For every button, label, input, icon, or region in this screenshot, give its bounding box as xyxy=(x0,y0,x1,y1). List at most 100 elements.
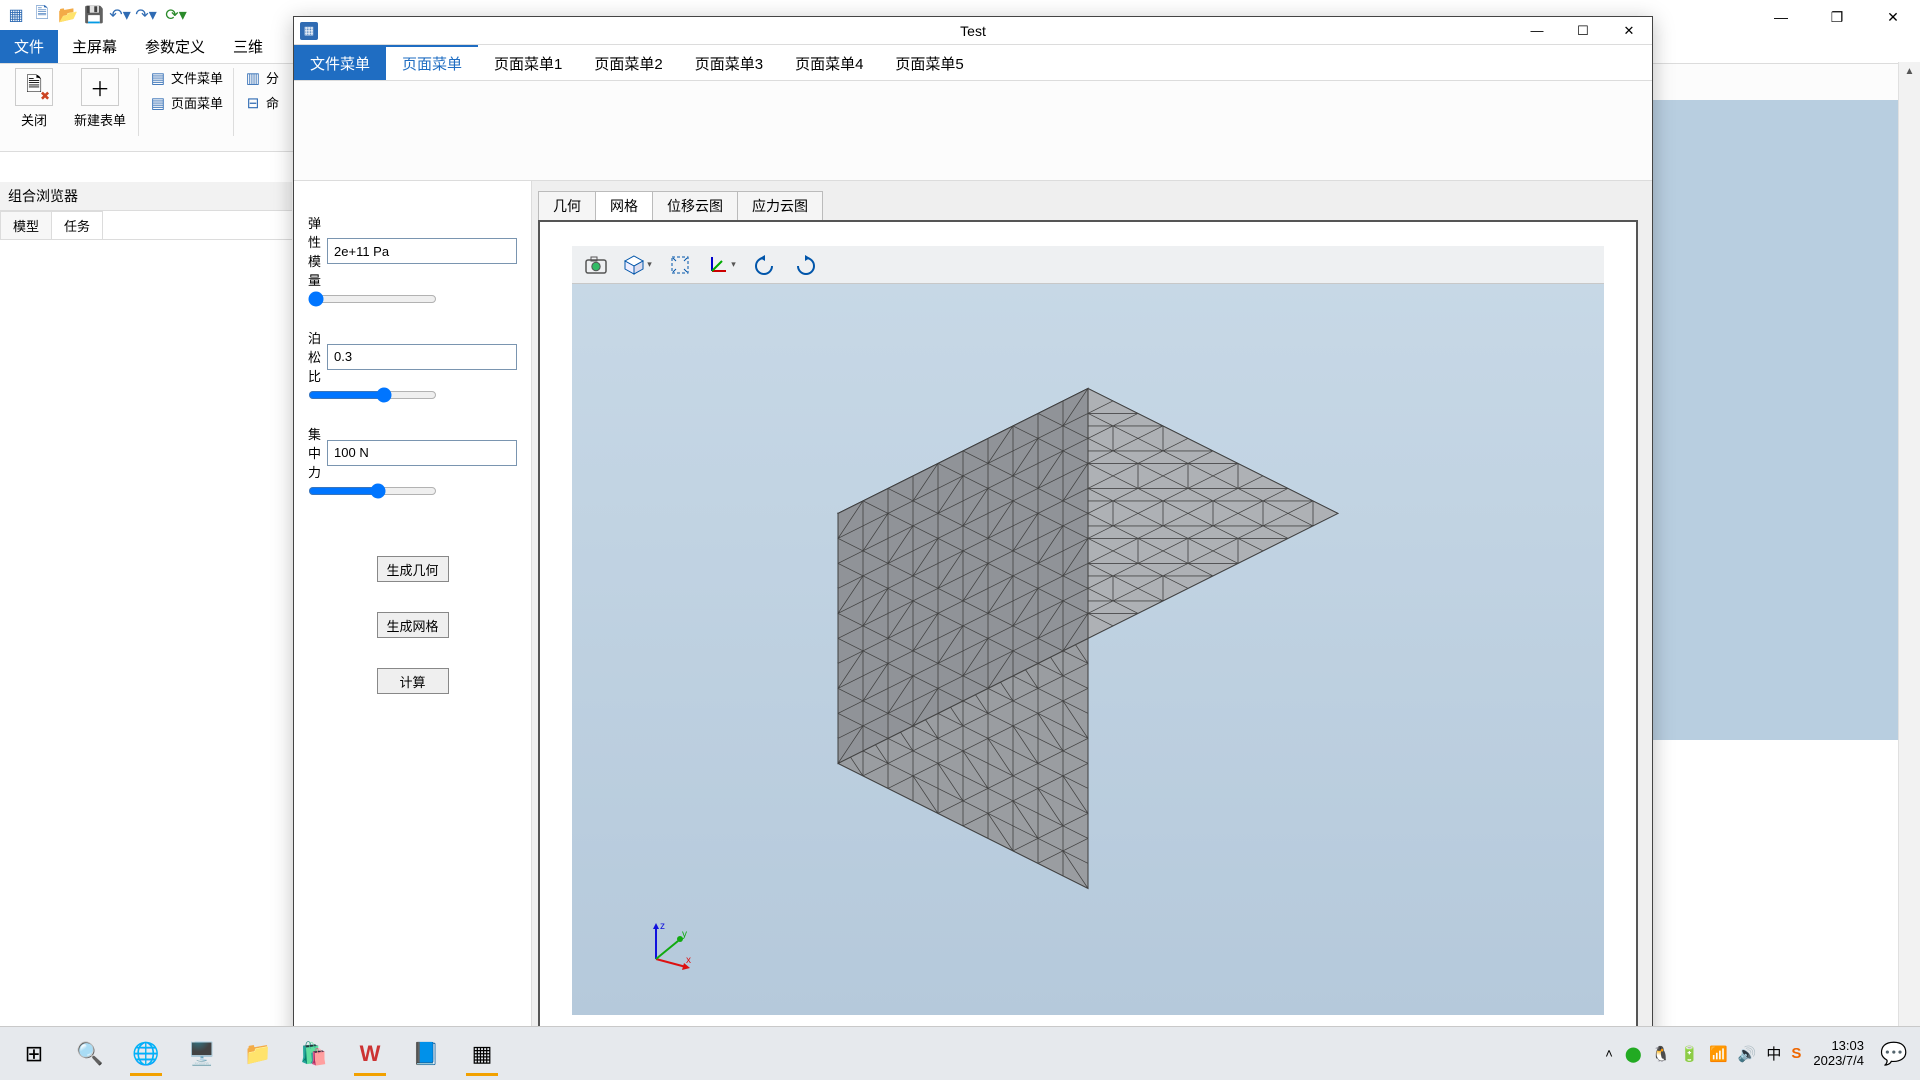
mesh-cube-render xyxy=(818,348,1358,928)
tray-volume-icon[interactable]: 🔊 xyxy=(1738,1045,1757,1063)
ribbon-newform-button[interactable]: ＋ 新建表单 xyxy=(72,68,128,129)
system-tray: ⬤ 🐧 🔋 📶 🔊 中 S xyxy=(1625,1043,1802,1064)
plus-icon: ＋ xyxy=(90,73,110,102)
viewport-frame: z y x xyxy=(538,220,1638,1041)
view-tab-geometry[interactable]: 几何 xyxy=(538,191,596,220)
generate-geometry-button[interactable]: 生成几何 xyxy=(377,556,449,582)
view-tab-displacement[interactable]: 位移云图 xyxy=(652,191,738,220)
child-window: ▦ Test ― ☐ ✕ 文件菜单 页面菜单 页面菜单1 页面菜单2 页面菜单3… xyxy=(293,16,1653,1056)
child-titlebar[interactable]: ▦ Test ― ☐ ✕ xyxy=(294,17,1652,45)
taskbar-time: 13:03 xyxy=(1813,1039,1864,1053)
child-app-icon: ▦ xyxy=(300,22,318,40)
host-panel-tabs: 模型 任务 xyxy=(0,211,292,240)
scroll-up-icon[interactable]: ▲ xyxy=(1905,66,1915,77)
rotate-cw-icon[interactable] xyxy=(790,250,822,280)
parameter-panel: 弹性模量 泊松比 集中力 生成几何 生成网格 计算 xyxy=(294,181,532,1055)
tray-wifi-icon[interactable]: 📶 xyxy=(1709,1045,1728,1063)
split-icon: ▥ xyxy=(244,69,262,87)
taskbar-date: 2023/7/4 xyxy=(1813,1054,1864,1068)
vertical-scrollbar[interactable]: ▲ ▼ xyxy=(1898,62,1920,1042)
start-button[interactable]: ⊞ xyxy=(8,1030,60,1078)
list-icon: ▤ xyxy=(149,94,167,112)
qat-undo-icon[interactable]: ↶▾ xyxy=(108,3,132,27)
qat-new-icon[interactable]: 🗎 xyxy=(30,3,54,27)
child-minimize-button[interactable]: ― xyxy=(1514,17,1560,44)
child-window-title: Test xyxy=(960,23,986,39)
app-icon: ▦ xyxy=(4,3,28,27)
tray-battery-icon[interactable]: 🔋 xyxy=(1680,1045,1699,1063)
view-tab-stress[interactable]: 应力云图 xyxy=(737,191,823,220)
host-menu-home[interactable]: 主屏幕 xyxy=(58,30,131,63)
viewport-area: 几何 网格 位移云图 应力云图 xyxy=(532,181,1652,1055)
child-menu-page2[interactable]: 页面菜单2 xyxy=(578,45,678,80)
poisson-ratio-input[interactable] xyxy=(327,344,517,370)
child-menu-page5[interactable]: 页面菜单5 xyxy=(879,45,979,80)
taskbar-app1-icon[interactable]: 📘 xyxy=(400,1030,452,1078)
child-menu-bar: 文件菜单 页面菜单 页面菜单1 页面菜单2 页面菜单3 页面菜单4 页面菜单5 xyxy=(294,45,1652,81)
camera-icon[interactable] xyxy=(580,250,612,280)
taskbar-wps-icon[interactable]: W xyxy=(344,1030,396,1078)
taskbar-clock[interactable]: 13:03 2023/7/4 xyxy=(1813,1039,1864,1068)
ribbon-filemenu-button[interactable]: ▤文件菜单 xyxy=(149,68,223,87)
taskbar-app2-icon[interactable]: ▦ xyxy=(456,1030,508,1078)
restore-button[interactable]: ❐ xyxy=(1814,4,1860,30)
child-menu-page4[interactable]: 页面菜单4 xyxy=(779,45,879,80)
notifications-button[interactable]: 💬 xyxy=(1876,1030,1912,1078)
axis-gadget: z y x xyxy=(642,919,694,971)
child-menu-page0[interactable]: 页面菜单 xyxy=(386,45,478,80)
ribbon-pagemenu-button[interactable]: ▤页面菜单 xyxy=(149,93,223,112)
minimize-button[interactable]: ― xyxy=(1758,4,1804,30)
child-menu-page3[interactable]: 页面菜单3 xyxy=(679,45,779,80)
tray-app-icon[interactable]: ⬤ xyxy=(1625,1045,1642,1063)
child-close-button[interactable]: ✕ xyxy=(1606,17,1652,44)
qat-open-icon[interactable]: 📂 xyxy=(56,3,80,27)
generate-mesh-button[interactable]: 生成网格 xyxy=(377,612,449,638)
qat-refresh-icon[interactable]: ⟳▾ xyxy=(164,3,188,27)
view-tab-mesh[interactable]: 网格 xyxy=(595,191,653,220)
poisson-ratio-label: 泊松比 xyxy=(308,328,321,385)
elastic-modulus-input[interactable] xyxy=(327,238,517,264)
concentrated-force-label: 集中力 xyxy=(308,424,321,481)
taskbar-store-icon[interactable]: 🛍️ xyxy=(288,1030,340,1078)
ribbon-newform-label: 新建表单 xyxy=(74,110,126,129)
host-menu-params[interactable]: 参数定义 xyxy=(131,30,219,63)
tray-ime-icon[interactable]: 中 xyxy=(1766,1043,1781,1064)
tree-icon: ⊟ xyxy=(244,94,262,112)
rotate-ccw-icon[interactable] xyxy=(748,250,780,280)
taskbar-explorer-icon[interactable]: 📁 xyxy=(232,1030,284,1078)
elastic-modulus-slider[interactable] xyxy=(308,291,437,307)
close-button[interactable]: ✕ xyxy=(1870,4,1916,30)
taskbar-desktop-icon[interactable]: 🖥️ xyxy=(176,1030,228,1078)
mesh-viewport[interactable]: z y x xyxy=(572,284,1604,1015)
viewport-toolbar xyxy=(572,246,1604,284)
viewport-tabs: 几何 网格 位移云图 应力云图 xyxy=(538,191,1638,220)
tray-expand-icon[interactable]: ˄ xyxy=(1605,1046,1613,1061)
host-tab-model[interactable]: 模型 xyxy=(0,211,52,239)
child-menu-file[interactable]: 文件菜单 xyxy=(294,45,386,80)
svg-text:y: y xyxy=(682,929,687,940)
child-maximize-button[interactable]: ☐ xyxy=(1560,17,1606,44)
compute-button[interactable]: 计算 xyxy=(377,668,449,694)
ribbon-close-button[interactable]: 🗎✖ 关闭 xyxy=(6,68,62,129)
qat-save-icon[interactable]: 💾 xyxy=(82,3,106,27)
cube-view-icon[interactable] xyxy=(622,250,654,280)
tray-penguin-icon[interactable]: 🐧 xyxy=(1652,1045,1671,1063)
windows-taskbar: ⊞ 🔍 🌐 🖥️ 📁 🛍️ W 📘 ▦ ˄ ⬤ 🐧 🔋 📶 🔊 中 S 13:0… xyxy=(0,1026,1920,1080)
axis-view-icon[interactable] xyxy=(706,250,738,280)
ribbon-split-button[interactable]: ▥分 xyxy=(244,68,279,87)
poisson-ratio-slider[interactable] xyxy=(308,387,437,403)
qat-redo-icon[interactable]: ↷▾ xyxy=(134,3,158,27)
host-menu-file[interactable]: 文件 xyxy=(0,30,58,63)
ribbon-cmd-button[interactable]: ⊟命 xyxy=(244,93,279,112)
concentrated-force-input[interactable] xyxy=(327,440,517,466)
ribbon-close-label: 关闭 xyxy=(21,110,47,129)
taskbar-edge-icon[interactable]: 🌐 xyxy=(120,1030,172,1078)
host-window-controls: ― ❐ ✕ xyxy=(1758,4,1916,30)
host-menu-3d[interactable]: 三维 xyxy=(219,30,277,63)
concentrated-force-slider[interactable] xyxy=(308,483,437,499)
tray-sogou-icon[interactable]: S xyxy=(1791,1045,1801,1062)
host-tab-tasks[interactable]: 任务 xyxy=(51,211,103,239)
fit-view-icon[interactable] xyxy=(664,250,696,280)
child-menu-page1[interactable]: 页面菜单1 xyxy=(478,45,578,80)
search-button[interactable]: 🔍 xyxy=(64,1030,116,1078)
